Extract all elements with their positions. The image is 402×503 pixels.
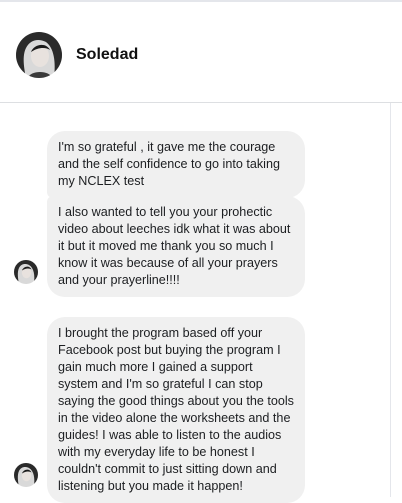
message-bubble[interactable]: I brought the program based off your Fac… [47,317,305,503]
sender-avatar[interactable] [14,260,38,284]
chat-header: Soledad [0,2,402,103]
message-bubble[interactable]: I also wanted to tell you your prohectic… [47,196,305,297]
contact-name[interactable]: Soledad [76,46,138,64]
sender-avatar[interactable] [14,463,38,487]
message-bubble[interactable]: I'm so grateful , it gave me the courage… [47,131,305,198]
scrollbar-track[interactable] [390,103,391,497]
contact-avatar[interactable] [16,32,62,78]
message-thread: I'm so grateful , it gave me the courage… [0,103,390,503]
